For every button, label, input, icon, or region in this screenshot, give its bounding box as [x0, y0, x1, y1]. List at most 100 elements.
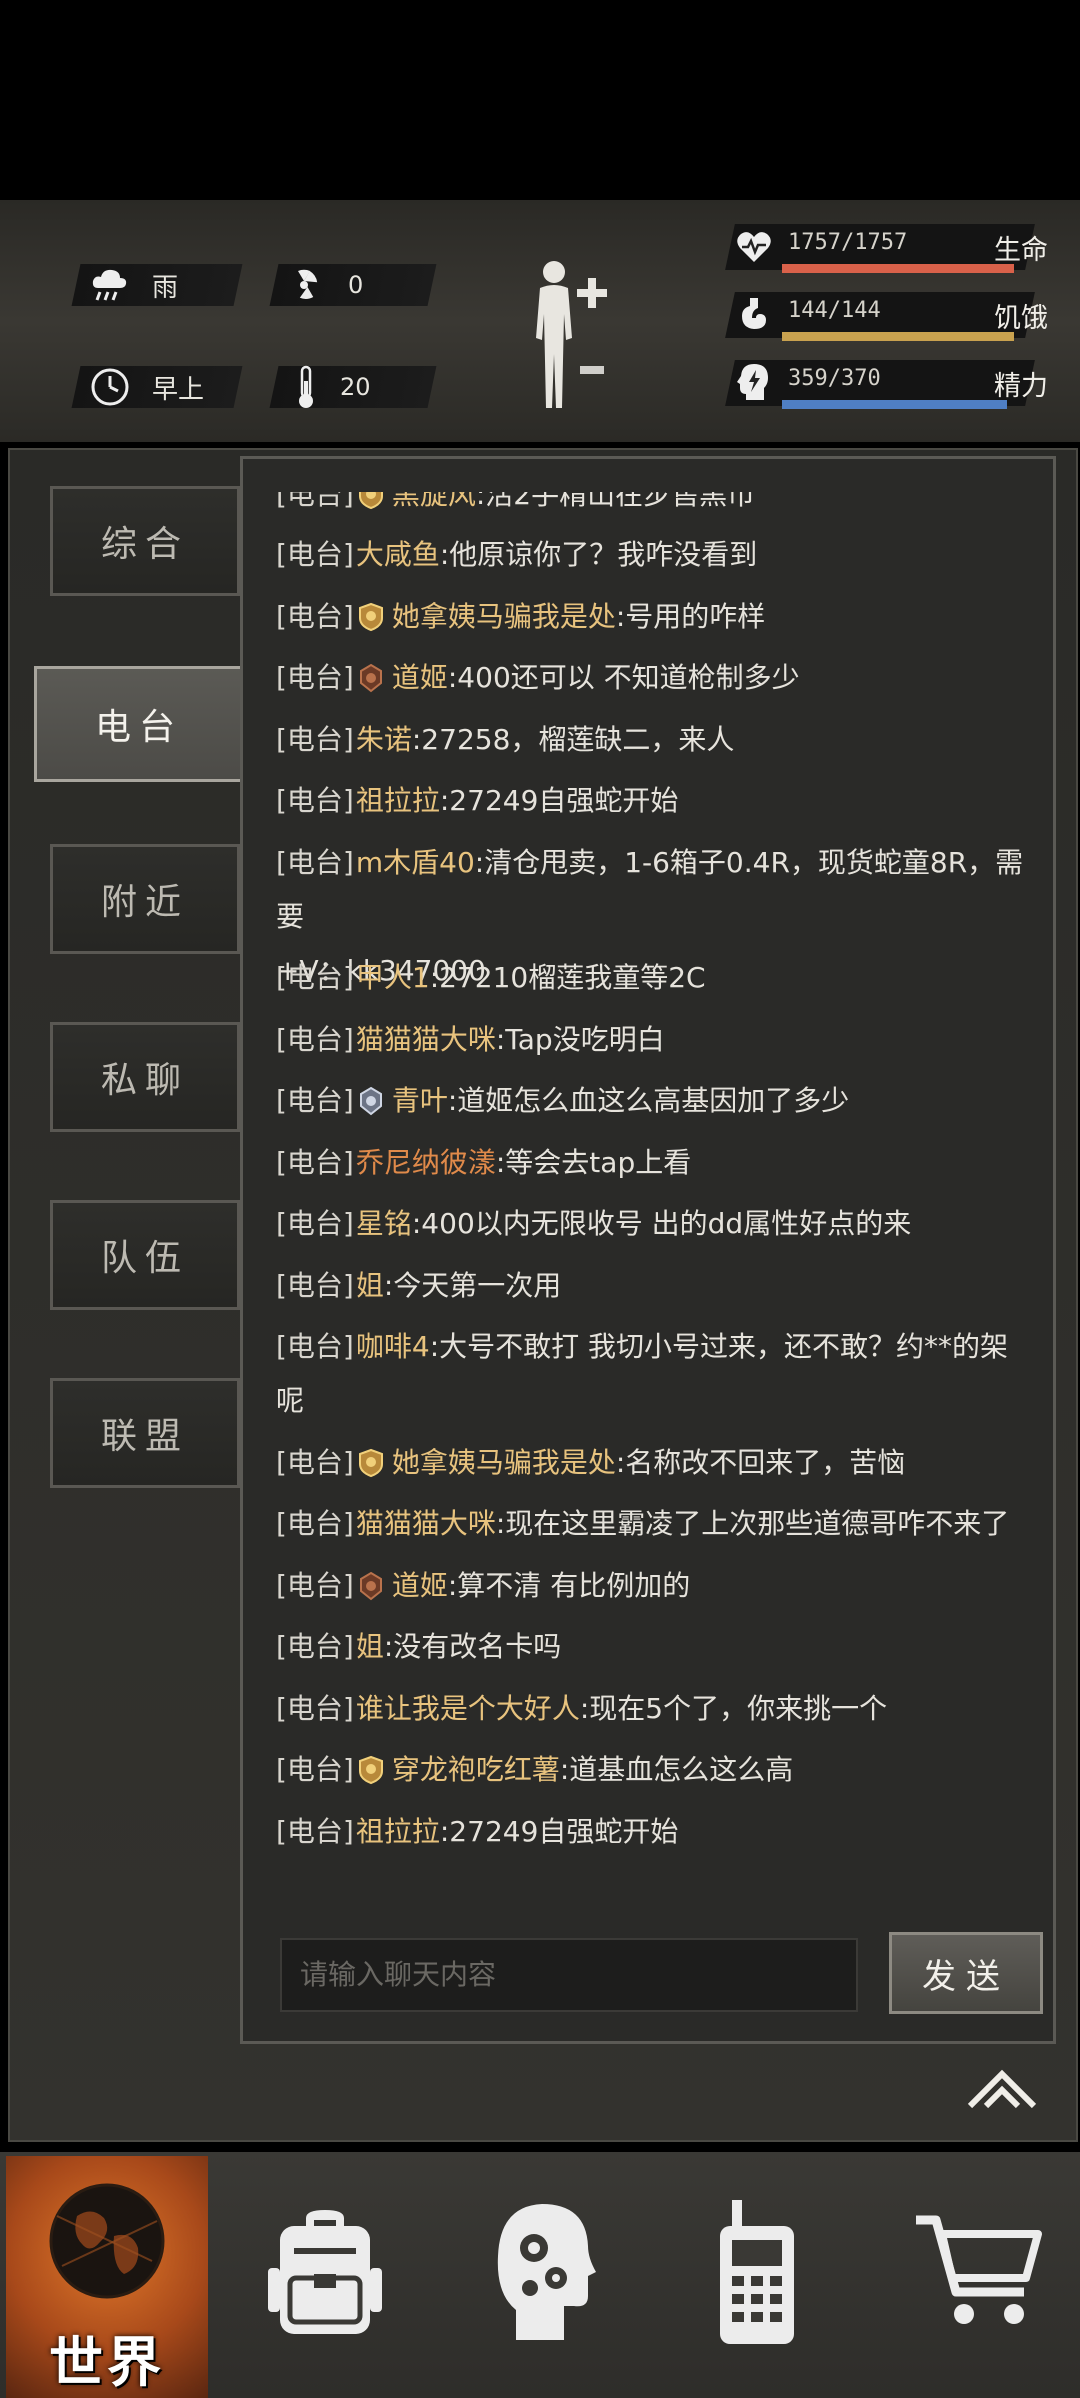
message-text: :Tap没吃明白: [495, 1022, 665, 1056]
globe-icon: [49, 2183, 165, 2299]
channel-tag: [电台]: [276, 1330, 354, 1363]
energy-value: 359/370: [788, 366, 881, 391]
bronze-rank-badge-icon: [356, 1565, 386, 1600]
radiation-icon: [298, 269, 318, 299]
double-chevron-up-icon[interactable]: [964, 2060, 1040, 2112]
clock-icon: [91, 368, 129, 406]
sender-name[interactable]: 道姬: [392, 661, 448, 694]
chat-message: [电台] 她拿姨马骗我是处:号用的咋样: [276, 590, 1026, 644]
tab-alliance[interactable]: 联盟: [50, 1378, 240, 1488]
sender-name[interactable]: 星铭: [356, 1207, 412, 1240]
sender-name[interactable]: 她拿姨马骗我是处: [392, 600, 616, 633]
energy-bar-fill: [782, 400, 1007, 409]
chat-message: [电台] 她拿姨马骗我是处:名称改不回来了，苦恼: [276, 1436, 1026, 1490]
sender-name[interactable]: 祖拉拉: [356, 1815, 440, 1848]
channel-tag: [电台]: [276, 1207, 354, 1240]
energy-label: 精力: [994, 371, 1048, 402]
sender-name[interactable]: 甲人1: [356, 961, 430, 994]
shopping-cart-icon[interactable]: [914, 2212, 1044, 2332]
temperature-chip: 20: [269, 365, 437, 408]
chat-message: [电台]猫猫猫大咪:现在这里霸凌了上次那些道德哥咋不来了: [276, 1497, 1026, 1551]
sender-name[interactable]: 猫猫猫大咪: [356, 1023, 496, 1056]
chat-message: [电台] 道姬:400还可以 不知道枪制多少: [276, 651, 1026, 705]
message-text: :等会去tap上看: [495, 1145, 692, 1179]
message-text: :27249自强蛇开始: [439, 784, 679, 817]
sender-name[interactable]: 道姬: [392, 1569, 448, 1602]
message-text: :号用的咋样: [615, 599, 766, 633]
health-value: 1757/1757: [788, 230, 908, 255]
walkie-talkie-icon[interactable]: [712, 2198, 802, 2350]
chat-message: [电台]甲人1:27210榴莲我童等2C: [276, 951, 1026, 1005]
message-text: :算不清 有比例加的: [447, 1568, 691, 1602]
chat-message: [电台]猫猫猫大咪:Tap没吃明白: [276, 1013, 1026, 1067]
chat-message: [电台]大咸鱼:他原谅你了？我咋没看到: [276, 528, 1026, 582]
chat-message: [电台]谁让我是个大好人:现在5个了，你来挑一个: [276, 1682, 1026, 1736]
channel-tag: [电台]: [276, 492, 354, 511]
sender-name[interactable]: 谁让我是个大好人: [356, 1692, 580, 1725]
sender-name[interactable]: 祖拉拉: [356, 784, 440, 817]
channel-tag: [电台]: [276, 845, 354, 879]
chat-message: [电台]朱诺:27258，榴莲缺二，来人: [276, 713, 1026, 767]
gold-rank-badge-icon: [356, 1442, 386, 1477]
sender-name[interactable]: 咖啡4: [356, 1330, 430, 1363]
sender-name[interactable]: 乔尼纳彼漾: [356, 1146, 496, 1179]
tab-radio[interactable]: 电台: [34, 666, 244, 782]
radiation-chip: 0: [269, 264, 437, 306]
sender-name[interactable]: 猫猫猫大咪: [356, 1507, 496, 1540]
message-text-continued: 呢: [276, 1384, 305, 1417]
sender-name[interactable]: 朱诺: [356, 723, 412, 756]
sender-name[interactable]: m木盾40: [356, 846, 475, 879]
gold-rank-badge-icon: [356, 596, 386, 631]
head-lightning-icon: [737, 364, 768, 400]
channel-tag: [电台]: [276, 661, 354, 694]
tab-general[interactable]: 综合: [50, 486, 240, 596]
message-text: :27210榴莲我童等2C: [429, 961, 706, 994]
message-text: :道姬怎么血这么高基因加了多少: [447, 1084, 850, 1117]
tab-team[interactable]: 队伍: [50, 1200, 240, 1310]
chat-message: [电台]姐:没有改名卡吗: [276, 1620, 1026, 1674]
chat-message: [电台]乔尼纳彼漾:等会去tap上看: [276, 1136, 1026, 1190]
sender-name[interactable]: 穿龙袍吃红薯: [392, 1753, 560, 1786]
nav-world-label: 世界: [49, 2331, 165, 2394]
chat-message: [电台] 道姬:算不清 有比例加的: [276, 1559, 1026, 1613]
channel-tag: [电台]: [276, 1507, 354, 1540]
send-button[interactable]: 发送: [889, 1932, 1043, 2014]
message-text: :现在这里霸凌了上次那些道德哥咋不来了: [495, 1507, 1010, 1540]
chat-input[interactable]: 请输入聊天内容: [280, 1938, 858, 2012]
head-gears-icon[interactable]: [490, 2200, 600, 2344]
gold-rank-badge-icon: [356, 492, 386, 510]
sender-name[interactable]: 姐: [356, 1269, 384, 1302]
message-text: :没有改名卡吗: [383, 1630, 562, 1663]
sender-name[interactable]: 青叶: [392, 1084, 448, 1117]
channel-tag: [电台]: [276, 1568, 354, 1602]
tab-nearby[interactable]: 附近: [50, 844, 240, 954]
chat-message: [电台]咖啡4:大号不敢打 我切小号过来，还不敢？约**的架呢: [276, 1320, 1026, 1428]
radiation-value: 0: [348, 271, 364, 299]
character-body-icon[interactable]: [520, 258, 620, 418]
sender-name[interactable]: 大咸鱼: [356, 538, 440, 571]
channel-tag: [电台]: [276, 961, 354, 994]
sender-name[interactable]: 姐: [356, 1630, 384, 1663]
channel-tag: [电台]: [276, 1145, 354, 1179]
message-list[interactable]: [电台] 黑旋风:活2手精山在步售黑币 [电台]大咸鱼:他原谅你了？我咋没看到 [电台…: [240, 492, 1045, 1872]
hunger-label: 饥饿: [994, 303, 1048, 334]
backpack-icon[interactable]: [266, 2208, 384, 2340]
channel-tag: [电台]: [276, 1022, 354, 1056]
chat-message: [电台]祖拉拉:27249自强蛇开始: [276, 1805, 1026, 1859]
channel-tag: [电台]: [276, 1753, 354, 1786]
sender-name[interactable]: 黑旋风: [392, 492, 476, 511]
message-text: :名称改不回来了，苦恼: [615, 1445, 906, 1479]
time-chip: 早上: [71, 366, 243, 408]
gold-rank-badge-icon: [356, 1749, 386, 1785]
sender-name[interactable]: 她拿姨马骗我是处: [392, 1446, 616, 1479]
tab-private[interactable]: 私聊: [50, 1022, 240, 1132]
channel-tag: [电台]: [276, 722, 354, 756]
weather-chip: 雨: [71, 264, 243, 306]
channel-tag: [电台]: [276, 1814, 354, 1848]
message-text: :27249自强蛇开始: [439, 1814, 679, 1848]
chat-message: [电台] 穿龙袍吃红薯:道基血怎么这么高: [276, 1743, 1026, 1797]
time-of-day-value: 早上: [152, 374, 205, 405]
bronze-rank-badge-icon: [356, 657, 386, 693]
weather-value: 雨: [152, 272, 179, 303]
channel-tag: [电台]: [276, 1630, 354, 1663]
